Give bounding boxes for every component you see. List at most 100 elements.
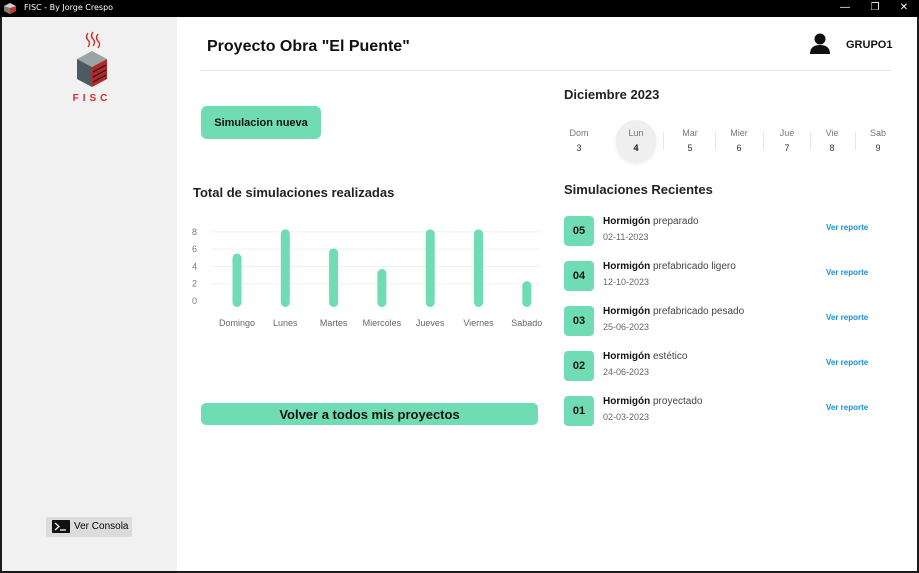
recent-simulation-item: 02 Hormigón estético 24-06-2023 Ver reporte (564, 351, 884, 383)
calendar-day-name: Jue (779, 128, 795, 138)
calendar-day-sab[interactable]: Sab 9 (858, 120, 898, 162)
calendar-day-number: 6 (736, 143, 742, 153)
simulation-name-bold: Hormigón (603, 261, 651, 272)
simulation-name-bold: Hormigón (603, 216, 651, 227)
calendar-day-number: 4 (633, 143, 639, 153)
bar-martes (329, 248, 339, 307)
simulation-date: 25-06-2023 (603, 322, 650, 332)
calendar-day-dom[interactable]: Dom 3 (559, 120, 599, 162)
ver-reporte-link[interactable]: Ver reporte (826, 268, 868, 277)
calendar-day-name: Mar (682, 128, 698, 138)
calendar-day-number: 8 (829, 143, 835, 153)
calendar-day-number: 5 (687, 143, 693, 153)
calendar-separator (855, 132, 856, 150)
calendar-day-number: 3 (576, 143, 582, 153)
simulation-number-badge: 01 (564, 396, 594, 426)
recent-simulations-title: Simulaciones Recientes (564, 182, 713, 197)
simulation-name-rest: preparado (650, 216, 699, 227)
calendar-day-number: 7 (784, 143, 790, 153)
calendar-day-vie[interactable]: Vie 8 (812, 120, 852, 162)
calendar-day-name: Vie (825, 128, 839, 138)
bar-jueves (425, 229, 435, 307)
calendar-day-name: Mier (730, 128, 748, 138)
simulation-name-bold: Hormigón (603, 306, 651, 317)
logo-text: FISC (72, 93, 112, 104)
simulation-name-rest: prefabricado ligero (650, 261, 736, 272)
simulation-name-rest: estético (650, 351, 688, 362)
simulation-name-bold: Hormigón (603, 396, 651, 407)
simulation-date: 02-03-2023 (603, 412, 650, 422)
x-tick-label: Jueves (416, 318, 445, 328)
x-tick-label: Miercoles (363, 318, 402, 328)
y-tick-label: 2 (192, 279, 197, 289)
x-tick-label: Domingo (219, 318, 255, 328)
minimize-button[interactable]: — (828, 0, 862, 17)
simulation-date: 24-06-2023 (603, 367, 650, 377)
x-tick-label: Lunes (273, 318, 298, 328)
ver-reporte-link[interactable]: Ver reporte (826, 223, 868, 232)
simulation-name: Hormigón estético (603, 351, 687, 362)
calendar-day-mier[interactable]: Mier 6 (719, 120, 759, 162)
y-tick-label: 6 (192, 244, 197, 254)
sidebar: FISC Ver Consola (2, 17, 177, 571)
calendar-separator (663, 132, 664, 150)
x-tick-label: Viernes (463, 318, 494, 328)
terminal-icon (52, 520, 70, 533)
chart-title: Total de simulaciones realizadas (193, 185, 395, 200)
calendar-separator (810, 132, 811, 150)
simulation-name: Hormigón prefabricado ligero (603, 261, 736, 272)
calendar-day-name: Lun (628, 128, 644, 138)
ver-reporte-link[interactable]: Ver reporte (826, 313, 868, 322)
calendar-separator (763, 132, 764, 150)
app-icon (4, 3, 16, 14)
x-tick-label: Sabado (511, 318, 542, 328)
simulation-name-rest: proyectado (650, 396, 703, 407)
bar-lunes (280, 229, 290, 307)
calendar-day-number: 9 (875, 143, 881, 153)
calendar-day-name: Sab (869, 128, 886, 138)
recent-simulation-item: 03 Hormigón prefabricado pesado 25-06-2023… (564, 306, 884, 338)
calendar-month: Diciembre 2023 (564, 87, 660, 102)
simulation-name: Hormigón prefabricado pesado (603, 306, 744, 317)
new-simulation-button[interactable]: Simulacion nueva (201, 106, 321, 139)
simulation-name-bold: Hormigón (603, 351, 651, 362)
calendar-day-name: Dom (569, 128, 589, 138)
simulation-name-rest: prefabricado pesado (650, 306, 745, 317)
bar-viernes (474, 229, 483, 307)
calendar-separator (715, 132, 716, 150)
bar-domingo (232, 253, 242, 307)
user-name[interactable]: GRUPO1 (846, 39, 892, 51)
header-divider (201, 70, 891, 71)
simulations-bar-chart: 0 2 4 6 8 Domingo Lunes Martes Miercoles Jueves Vi… (192, 227, 542, 328)
close-button[interactable]: ✕ (887, 0, 919, 17)
user-icon[interactable] (810, 33, 830, 54)
window-titlebar: FISC - By Jorge Crespo — ❐ ✕ (0, 0, 919, 17)
bar-sabado (522, 281, 532, 307)
ver-reporte-link[interactable]: Ver reporte (826, 358, 868, 367)
simulation-number-badge: 05 (564, 216, 594, 246)
recent-simulation-item: 01 Hormigón proyectado 02-03-2023 Ver repor… (564, 396, 884, 428)
calendar-day-mar[interactable]: Mar 5 (670, 120, 710, 162)
simulation-number-badge: 04 (564, 261, 594, 291)
y-tick-label: 0 (192, 296, 197, 306)
simulation-name: Hormigón preparado (603, 216, 699, 227)
ver-consola-label: Ver Consola (74, 521, 129, 532)
simulation-date: 02-11-2023 (603, 232, 649, 242)
calendar-day-lun[interactable]: Lun 4 (616, 120, 656, 162)
y-tick-label: 4 (192, 261, 197, 271)
calendar-day-jue[interactable]: Jue 7 (767, 120, 807, 162)
back-to-projects-button[interactable]: Volver a todos mis proyectos (201, 403, 538, 425)
window-title: FISC - By Jorge Crespo (24, 3, 114, 12)
recent-simulation-item: 04 Hormigón prefabricado ligero 12-10-2023… (564, 261, 884, 293)
ver-consola-button[interactable]: Ver Consola (46, 517, 132, 537)
page-title: Proyecto Obra "El Puente" (207, 38, 410, 55)
recent-simulation-item: 05 Hormigón preparado 02-11-2023 Ver report… (564, 216, 884, 248)
ver-reporte-link[interactable]: Ver reporte (826, 403, 868, 412)
simulation-date: 12-10-2023 (603, 277, 650, 287)
simulation-number-badge: 02 (564, 351, 594, 381)
y-tick-label: 8 (192, 227, 197, 237)
simulation-name: Hormigón proyectado (603, 396, 702, 407)
x-tick-label: Martes (320, 318, 348, 328)
simulation-number-badge: 03 (564, 306, 594, 336)
bar-miercoles (377, 269, 387, 307)
